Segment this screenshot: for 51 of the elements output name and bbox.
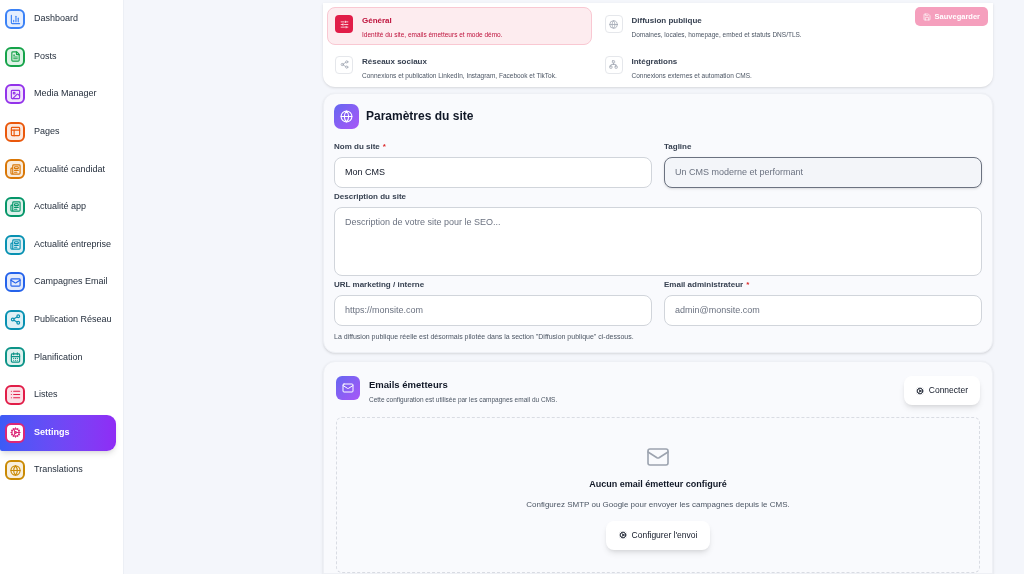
- description-field[interactable]: Description de votre site pour le SEO...: [334, 206, 982, 276]
- sidebar-item[interactable]: Actualité entreprise: [0, 226, 116, 263]
- layout-icon: [9, 126, 21, 138]
- sidebar-item[interactable]: Posts: [0, 38, 116, 75]
- gear-icon: [618, 531, 627, 539]
- gear-icon: [915, 386, 924, 395]
- calendar-icon: [9, 351, 21, 363]
- mail-icon: [9, 276, 21, 288]
- field-label: Email administrateur: [664, 278, 744, 291]
- share-icon: [339, 60, 349, 70]
- input-field[interactable]: Mon CMS: [334, 156, 652, 188]
- sidebar-item[interactable]: Translations: [0, 452, 116, 489]
- settings-icon: [9, 427, 21, 439]
- save-icon: [922, 12, 931, 21]
- sidebar-item[interactable]: Publication Réseau: [0, 301, 116, 338]
- required-mark: *: [746, 278, 750, 291]
- document-icon: [9, 51, 21, 63]
- newspaper-icon: [9, 201, 21, 213]
- configure-button[interactable]: Configurer l'envoi: [605, 520, 711, 550]
- field-label: Tagline: [664, 140, 692, 153]
- globe-icon: [340, 109, 353, 123]
- globe-icon: [609, 19, 618, 29]
- sidebar-item[interactable]: Campagnes Email: [0, 264, 116, 301]
- field-label: Description du site: [334, 190, 406, 203]
- mail-icon: [342, 382, 354, 394]
- empty-title: Aucun email émetteur configuré: [589, 478, 727, 491]
- empty-text: Configurez SMTP ou Google pour envoyer les campagnes depuis le CMS.: [526, 498, 790, 511]
- list-icon: [9, 389, 21, 401]
- sidebar-item[interactable]: Dashboard: [0, 1, 116, 37]
- connect-button[interactable]: Connecter: [903, 376, 980, 405]
- field-label: URL marketing / interne: [334, 278, 425, 291]
- input-field[interactable]: Un CMS moderne et performant: [664, 156, 982, 188]
- required-mark: *: [382, 140, 386, 153]
- sliders-icon: [339, 19, 349, 29]
- globe-icon: [9, 464, 21, 476]
- card-title: Emails émetteurs: [369, 378, 449, 392]
- share-icon: [9, 314, 21, 326]
- sidebar-item[interactable]: Planification: [0, 339, 116, 376]
- sidebar-item[interactable]: Pages: [0, 113, 116, 150]
- card-title: Paramètres du site: [366, 108, 474, 125]
- envelope-icon: [646, 445, 670, 469]
- sidebar-item[interactable]: Actualité app: [0, 188, 116, 225]
- sidebar-item[interactable]: Listes: [0, 376, 116, 413]
- sidebar-item[interactable]: Settings: [0, 414, 116, 451]
- newspaper-icon: [9, 163, 21, 175]
- image-icon: [9, 88, 21, 100]
- nodes-icon: [609, 60, 618, 70]
- newspaper-icon: [9, 239, 21, 251]
- sidebar-item[interactable]: Actualité candidat: [0, 151, 116, 188]
- sidebar-item[interactable]: Media Manager: [0, 76, 116, 113]
- field-label: Nom du site: [334, 140, 380, 153]
